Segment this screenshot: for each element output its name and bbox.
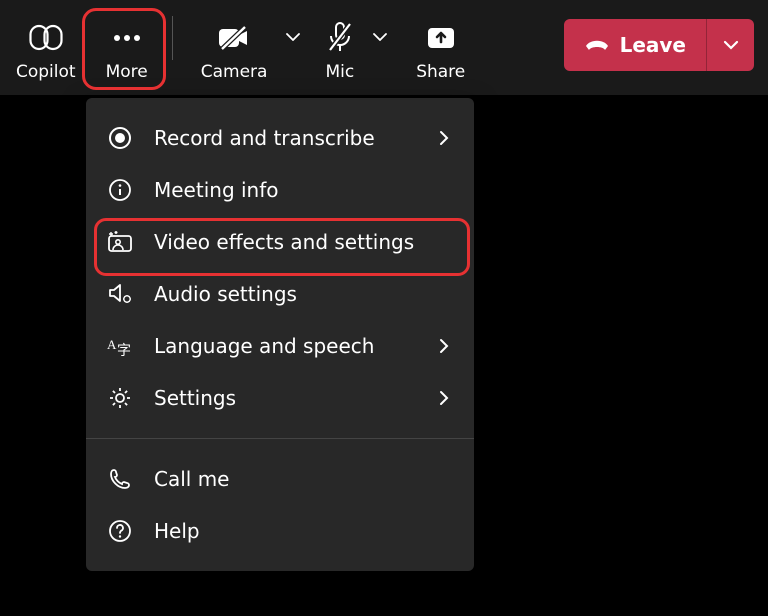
more-dropdown: Record and transcribe Meeting info Video… — [86, 98, 474, 571]
speaker-icon — [106, 280, 134, 308]
copilot-label: Copilot — [16, 62, 76, 82]
video-effects-icon — [106, 228, 134, 256]
language-icon: A字 — [106, 332, 134, 360]
share-label: Share — [416, 62, 465, 82]
share-icon — [426, 20, 456, 56]
mic-button[interactable]: Mic — [315, 8, 364, 88]
mic-off-icon — [326, 20, 354, 56]
phone-icon — [106, 465, 134, 493]
menu-item-label: Settings — [154, 386, 416, 410]
mic-label: Mic — [325, 62, 354, 82]
gear-icon — [106, 384, 134, 412]
info-icon — [106, 176, 134, 204]
menu-item-label: Help — [154, 519, 452, 543]
more-label: More — [106, 62, 148, 82]
svg-text:字: 字 — [117, 343, 131, 357]
menu-divider — [86, 438, 474, 439]
menu-item-label: Call me — [154, 467, 452, 491]
hangup-icon — [584, 36, 610, 54]
camera-label: Camera — [201, 62, 268, 82]
camera-options-caret[interactable] — [281, 17, 305, 57]
chevron-right-icon — [436, 390, 452, 406]
chevron-right-icon — [436, 338, 452, 354]
menu-item-label: Language and speech — [154, 334, 416, 358]
leave-options-caret[interactable] — [706, 19, 754, 71]
menu-item-meeting-info[interactable]: Meeting info — [86, 164, 474, 216]
menu-item-language[interactable]: A字 Language and speech — [86, 320, 474, 372]
chevron-right-icon — [436, 130, 452, 146]
menu-item-help[interactable]: Help — [86, 505, 474, 557]
menu-item-call-me[interactable]: Call me — [86, 453, 474, 505]
menu-item-record[interactable]: Record and transcribe — [86, 112, 474, 164]
copilot-button[interactable]: Copilot — [6, 8, 86, 88]
menu-item-settings[interactable]: Settings — [86, 372, 474, 424]
share-button[interactable]: Share — [406, 8, 475, 88]
menu-item-label: Meeting info — [154, 178, 452, 202]
menu-item-label: Video effects and settings — [154, 230, 452, 254]
more-button[interactable]: More — [96, 8, 158, 88]
leave-button-group: Leave — [564, 19, 754, 71]
menu-item-label: Audio settings — [154, 282, 452, 306]
menu-item-label: Record and transcribe — [154, 126, 416, 150]
meeting-toolbar: Copilot More Camera — [0, 0, 768, 95]
leave-button[interactable]: Leave — [564, 19, 706, 71]
camera-off-icon — [217, 20, 251, 56]
more-active-indicator — [108, 87, 146, 90]
svg-text:A: A — [107, 337, 117, 352]
copilot-icon — [28, 20, 64, 56]
record-icon — [106, 124, 134, 152]
menu-item-audio-settings[interactable]: Audio settings — [86, 268, 474, 320]
help-icon — [106, 517, 134, 545]
leave-label: Leave — [620, 33, 686, 57]
toolbar-divider — [172, 16, 173, 60]
mic-options-caret[interactable] — [368, 17, 392, 57]
menu-item-video-effects[interactable]: Video effects and settings — [86, 216, 474, 268]
camera-button[interactable]: Camera — [191, 8, 278, 88]
more-icon — [112, 20, 142, 56]
